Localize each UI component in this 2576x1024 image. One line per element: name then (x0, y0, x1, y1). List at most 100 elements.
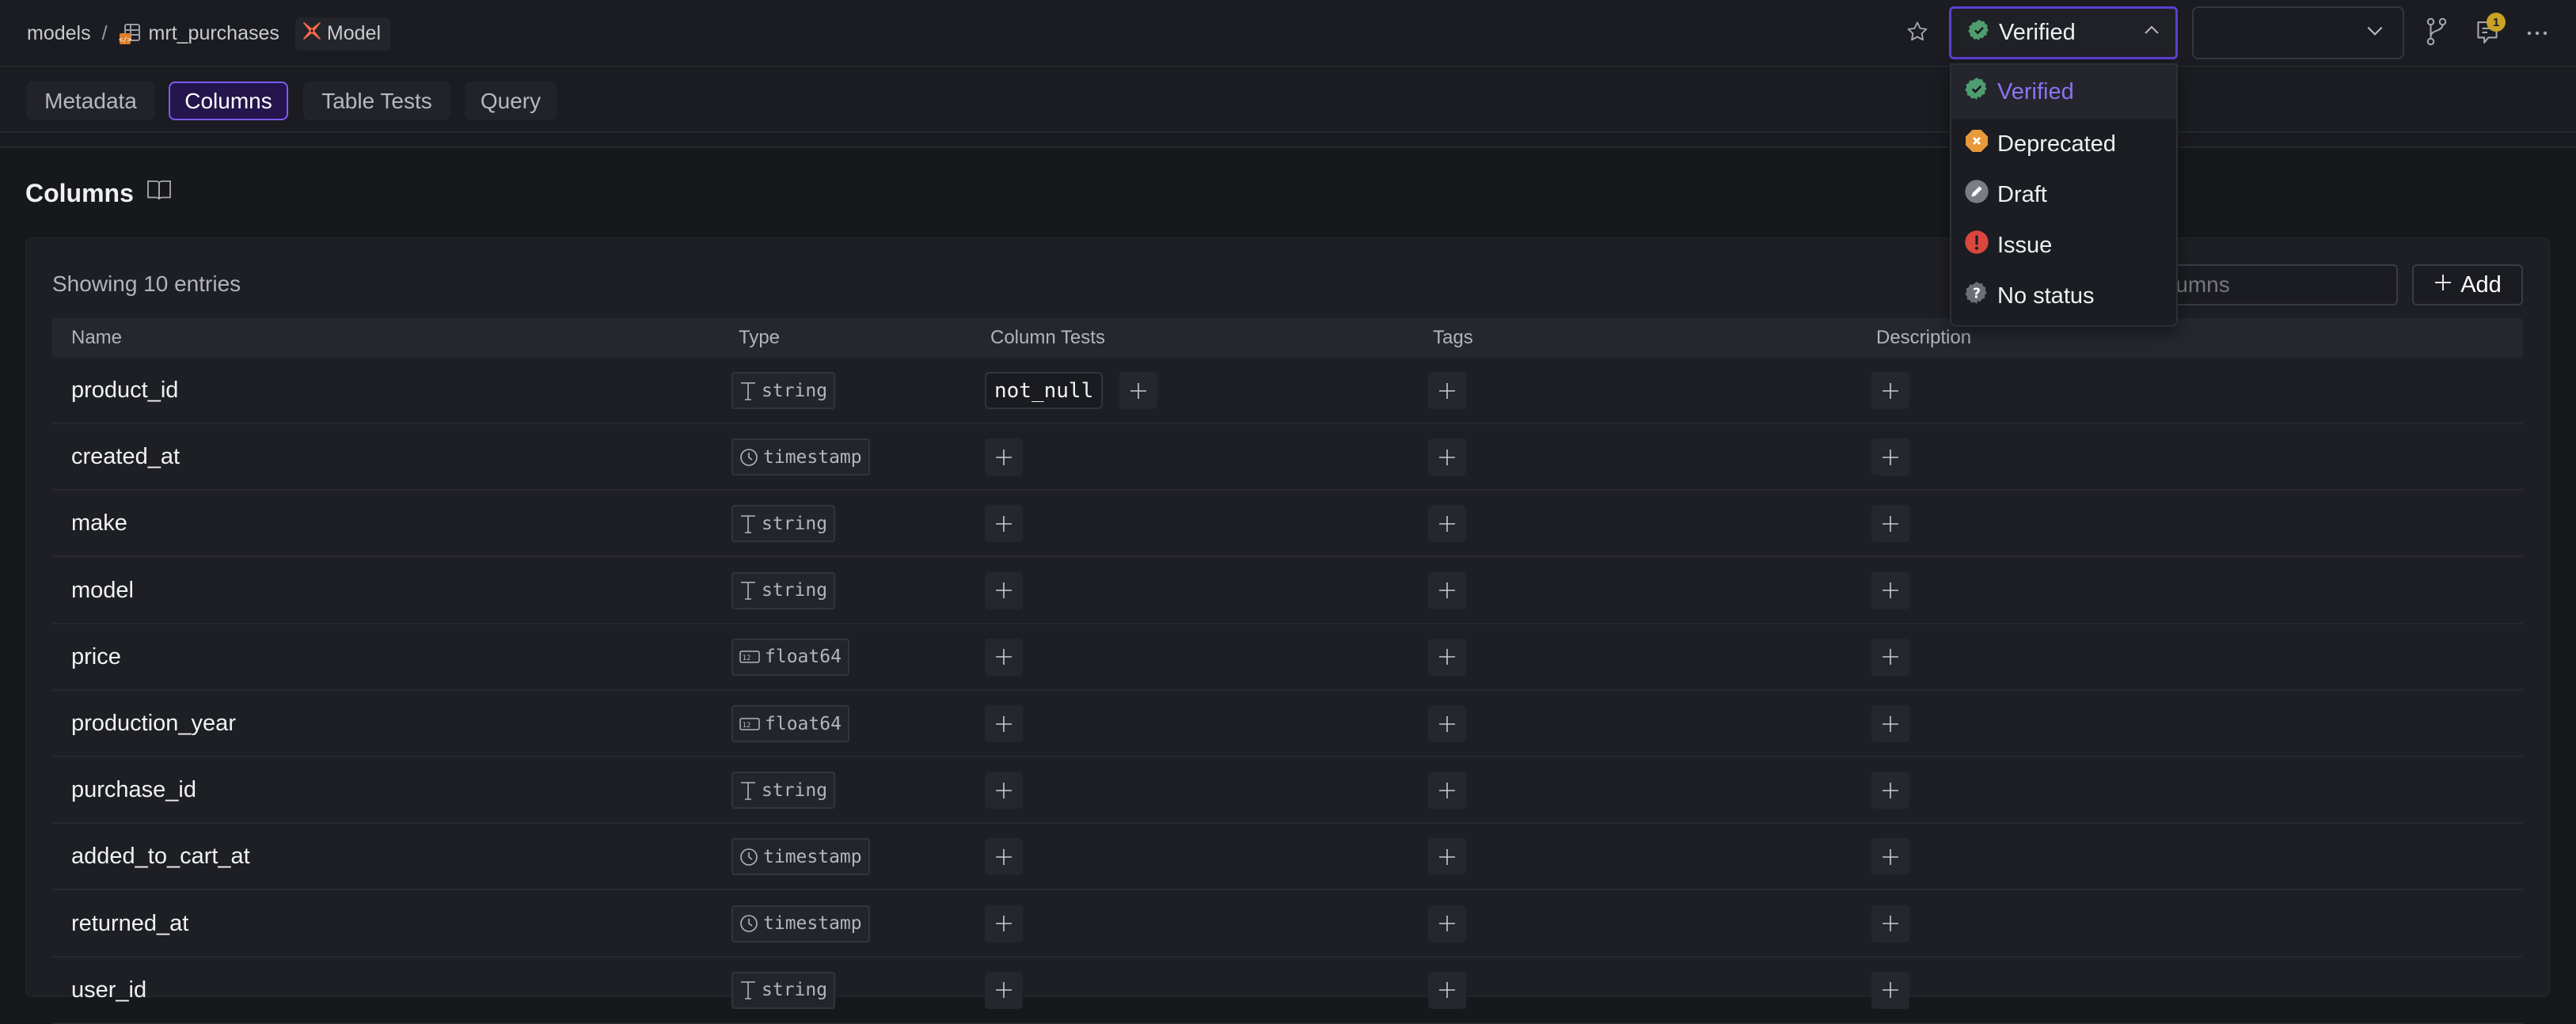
plus-icon (994, 848, 1013, 867)
add-description-button[interactable] (1871, 505, 1909, 543)
type-badge: timestamp (731, 438, 870, 476)
plus-icon (994, 914, 1013, 933)
table-row[interactable]: price 12 float64 (52, 624, 2523, 691)
type-label: timestamp (763, 846, 862, 867)
svg-text:?: ? (1973, 286, 1981, 302)
table-row[interactable]: product_id string not_null (52, 358, 2523, 424)
secondary-select[interactable] (2192, 6, 2404, 59)
svg-text:</>: </> (119, 36, 132, 44)
breadcrumb-model-name[interactable]: mrt_purchases (149, 22, 279, 45)
status-option-deprecated[interactable]: Deprecated (1951, 119, 2176, 169)
type-label: string (762, 380, 828, 401)
type-badge: string (731, 372, 836, 409)
text-type-icon (739, 580, 757, 601)
type-label: timestamp (763, 446, 862, 468)
status-option-draft[interactable]: Draft (1951, 169, 2176, 220)
header-tags[interactable]: Tags (1433, 318, 1473, 358)
clock-icon (739, 848, 758, 867)
tab-columns[interactable]: Columns (169, 82, 288, 120)
header-type[interactable]: Type (739, 318, 780, 358)
add-description-button[interactable] (1871, 438, 1909, 476)
plus-icon (1438, 448, 1457, 467)
add-tag-button[interactable] (1428, 772, 1466, 810)
add-test-button[interactable] (985, 971, 1023, 1009)
favorite-star-button[interactable] (1905, 21, 1930, 46)
table-row[interactable]: returned_at timestamp (52, 891, 2523, 958)
column-name: returned_at (71, 910, 189, 936)
add-description-button[interactable] (1871, 772, 1909, 810)
header-column-tests[interactable]: Column Tests (990, 318, 1105, 358)
column-name: product_id (71, 377, 179, 403)
add-test-button[interactable] (985, 838, 1023, 876)
add-test-button[interactable] (985, 638, 1023, 676)
status-option-no-status[interactable]: ? No status (1951, 271, 2176, 321)
add-tag-button[interactable] (1428, 905, 1466, 942)
add-description-button[interactable] (1871, 905, 1909, 942)
text-type-icon (739, 514, 757, 534)
add-tag-button[interactable] (1428, 505, 1466, 543)
status-option-label: Deprecated (1997, 131, 2116, 157)
table-row[interactable]: purchase_id string (52, 757, 2523, 825)
type-badge: timestamp (731, 838, 870, 876)
type-label: string (762, 580, 828, 601)
add-description-button[interactable] (1871, 838, 1909, 876)
add-description-button[interactable] (1871, 971, 1909, 1009)
add-description-button[interactable] (1871, 638, 1909, 676)
plus-icon (1881, 848, 1900, 867)
status-select[interactable]: Verified (1949, 6, 2178, 59)
column-name: purchase_id (71, 777, 196, 803)
plus-icon (1881, 715, 1900, 734)
header-name[interactable]: Name (71, 318, 122, 358)
plus-icon (1129, 381, 1148, 400)
table-row[interactable]: production_year 12 float64 (52, 691, 2523, 757)
more-options-button[interactable] (2524, 22, 2551, 46)
book-icon[interactable] (146, 178, 172, 208)
tab-metadata[interactable]: Metadata (26, 82, 155, 120)
plus-icon (994, 647, 1013, 666)
table-row[interactable]: created_at timestamp (52, 424, 2523, 491)
add-test-button[interactable] (985, 571, 1023, 609)
plus-icon (994, 781, 1013, 800)
number-icon: 12 (739, 717, 760, 731)
table-row[interactable]: make string (52, 491, 2523, 558)
tab-table-tests[interactable]: Table Tests (303, 82, 450, 120)
table-row[interactable]: user_id string (52, 958, 2523, 1024)
branch-button[interactable] (2422, 17, 2451, 49)
add-description-button[interactable] (1871, 571, 1909, 609)
add-tag-button[interactable] (1428, 438, 1466, 476)
add-description-button[interactable] (1871, 705, 1909, 742)
text-type-icon (739, 381, 757, 401)
add-tag-button[interactable] (1428, 971, 1466, 1009)
plus-icon (994, 448, 1013, 467)
breadcrumb-root[interactable]: models (27, 22, 91, 45)
status-option-label: Draft (1997, 181, 2047, 207)
add-description-button[interactable] (1871, 372, 1909, 409)
ellipsis-icon (2525, 27, 2549, 41)
type-label: string (762, 513, 828, 534)
plus-icon (1438, 848, 1457, 867)
add-test-button[interactable] (985, 505, 1023, 543)
add-column-button[interactable]: Add (2412, 264, 2523, 305)
add-tag-button[interactable] (1428, 372, 1466, 409)
status-option-verified[interactable]: Verified (1951, 65, 2176, 119)
add-button-label: Add (2460, 271, 2502, 298)
table-row[interactable]: model string (52, 558, 2523, 624)
add-test-button[interactable] (1119, 372, 1157, 409)
table-row[interactable]: added_to_cart_at timestamp (52, 824, 2523, 891)
model-badge-label: Model (326, 22, 381, 44)
type-badge: string (731, 772, 836, 810)
tab-query[interactable]: Query (465, 82, 557, 120)
svg-text:12: 12 (743, 722, 751, 730)
add-tag-button[interactable] (1428, 838, 1466, 876)
status-option-issue[interactable]: Issue (1951, 220, 2176, 271)
column-test-chip[interactable]: not_null (985, 372, 1104, 409)
add-tag-button[interactable] (1428, 571, 1466, 609)
git-branch-icon (2425, 17, 2449, 50)
add-test-button[interactable] (985, 772, 1023, 810)
plus-icon (1438, 781, 1457, 800)
add-test-button[interactable] (985, 905, 1023, 942)
add-tag-button[interactable] (1428, 705, 1466, 742)
add-test-button[interactable] (985, 705, 1023, 742)
add-tag-button[interactable] (1428, 638, 1466, 676)
add-test-button[interactable] (985, 438, 1023, 476)
